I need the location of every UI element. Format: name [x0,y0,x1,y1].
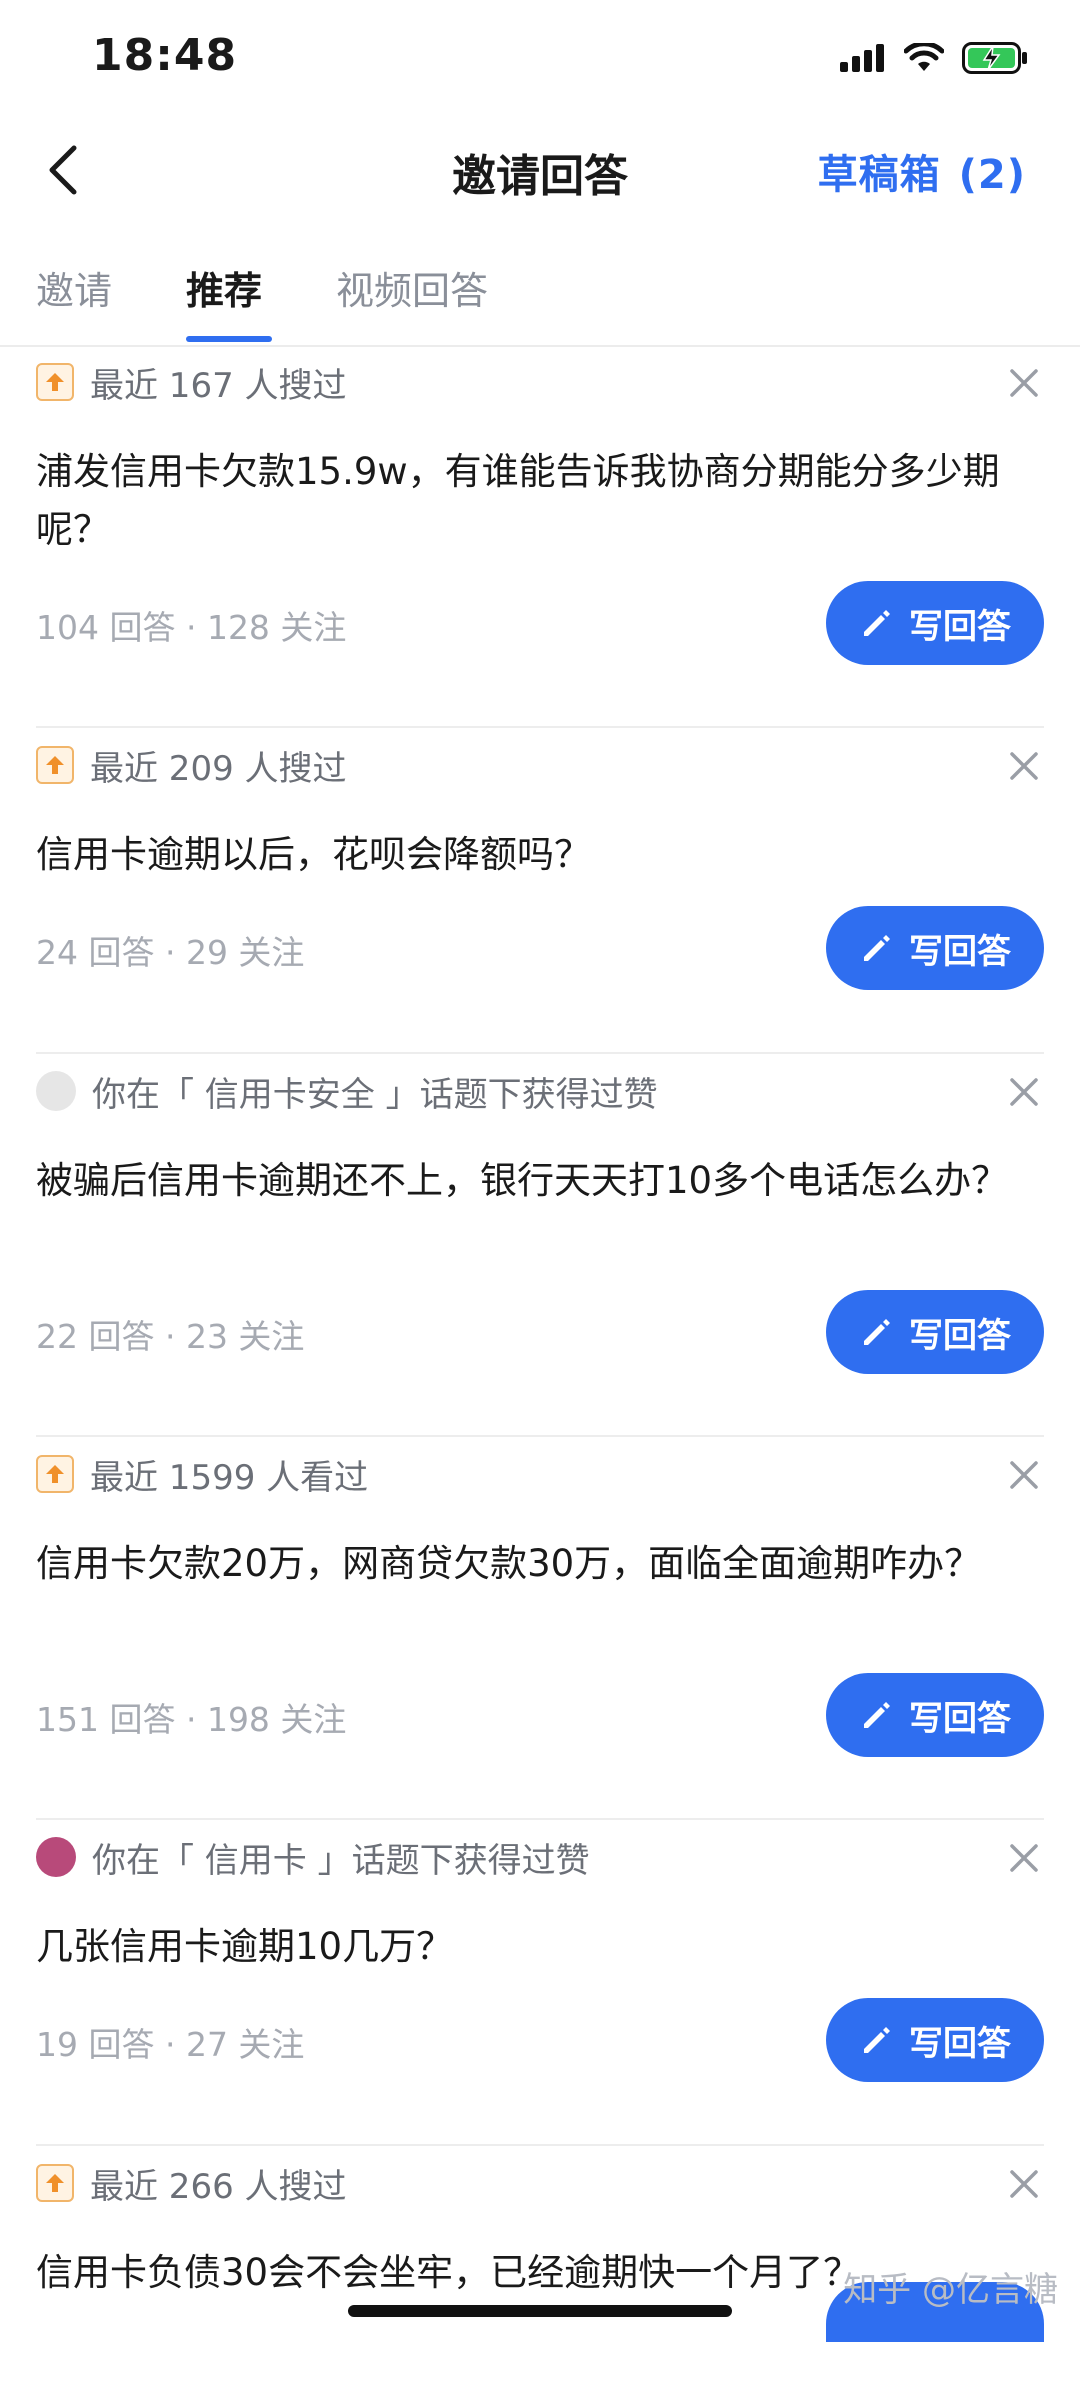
drafts-count: (2) [958,152,1026,198]
meta-text: 最近 1599 人看过 [90,1457,369,1498]
meta-text: 最近 209 人搜过 [90,748,347,789]
question-meta: 最近 167 人搜过 [36,359,347,406]
close-icon[interactable] [1004,746,1044,786]
avatar [36,1071,76,1111]
question-meta: 你在「 信用卡 」话题下获得过赞 [36,1834,590,1881]
status-bar: 18:48 [0,0,1080,110]
status-icons [840,38,1028,78]
tab-bar: 邀请 推荐 视频回答 [0,240,1080,347]
nav-bar: 邀请回答 草稿箱 (2) [0,110,1080,240]
meta-text: 最近 266 人搜过 [90,2166,347,2207]
write-answer-label: 写回答 [909,1315,1011,1356]
pencil-icon [864,1702,890,1728]
pencil-icon [864,935,890,961]
question-title[interactable]: 信用卡逾期以后，花呗会降额吗？ [36,826,1044,884]
question-list: 最近 167 人搜过 浦发信用卡欠款15.9w，有谁能告诉我协商分期能分多少期呢… [0,345,1080,2396]
trending-up-icon [36,1455,74,1493]
question-meta: 最近 1599 人看过 [36,1451,369,1498]
question-stats: 104 回答 · 128 关注 [36,608,347,647]
avatar [36,1837,76,1877]
question-meta: 最近 266 人搜过 [36,2160,347,2207]
write-answer-button[interactable]: 写回答 [826,581,1044,665]
home-indicator [348,2305,732,2317]
question-card[interactable]: 最近 1599 人看过 信用卡欠款20万，网商贷欠款30万，面临全面逾期咋办？ … [0,1437,1080,1820]
drafts-button[interactable]: 草稿箱 (2) [818,142,1026,200]
meta-text: 你在「 信用卡 」话题下获得过赞 [92,1840,590,1881]
question-meta: 你在「 信用卡安全 」话题下获得过赞 [36,1068,658,1115]
wifi-icon [904,43,944,71]
question-stats: 151 回答 · 198 关注 [36,1700,347,1739]
trending-up-icon [36,2164,74,2202]
tab-video-answer[interactable]: 视频回答 [336,260,488,315]
status-time: 18:48 [92,30,238,81]
watermark: 知乎 @亿言糖 [843,2270,1058,2310]
question-title[interactable]: 几张信用卡逾期10几万？ [36,1918,1044,1976]
question-stats: 24 回答 · 29 关注 [36,933,305,972]
active-tab-indicator [186,336,272,342]
write-answer-label: 写回答 [909,931,1011,972]
question-meta: 最近 209 人搜过 [36,742,347,789]
close-icon[interactable] [1004,1455,1044,1495]
trending-up-icon [36,363,74,401]
question-title[interactable]: 浦发信用卡欠款15.9w，有谁能告诉我协商分期能分多少期呢？ [36,443,1044,559]
question-card[interactable]: 你在「 信用卡 」话题下获得过赞 几张信用卡逾期10几万？ 19 回答 · 27… [0,1820,1080,2146]
pencil-icon [864,2027,890,2053]
question-title[interactable]: 被骗后信用卡逾期还不上，银行天天打10多个电话怎么办？ [36,1152,1044,1210]
question-card[interactable]: 最近 209 人搜过 信用卡逾期以后，花呗会降额吗？ 24 回答 · 29 关注… [0,728,1080,1054]
close-icon[interactable] [1004,363,1044,403]
close-icon[interactable] [1004,2164,1044,2204]
signal-icon [840,44,884,72]
question-card[interactable]: 你在「 信用卡安全 」话题下获得过赞 被骗后信用卡逾期还不上，银行天天打10多个… [0,1054,1080,1437]
meta-text: 你在「 信用卡安全 」话题下获得过赞 [92,1074,658,1115]
pencil-icon [864,1319,890,1345]
close-icon[interactable] [1004,1072,1044,1112]
write-answer-button[interactable]: 写回答 [826,1998,1044,2082]
question-card[interactable]: 最近 167 人搜过 浦发信用卡欠款15.9w，有谁能告诉我协商分期能分多少期呢… [0,345,1080,728]
write-answer-label: 写回答 [909,2023,1011,2064]
trending-up-icon [36,746,74,784]
write-answer-label: 写回答 [909,606,1011,647]
drafts-label: 草稿箱 [817,152,941,198]
write-answer-button[interactable]: 写回答 [826,1290,1044,1374]
pencil-icon [864,610,890,636]
tab-invite[interactable]: 邀请 [36,260,112,315]
question-title[interactable]: 信用卡欠款20万，网商贷欠款30万，面临全面逾期咋办？ [36,1535,1044,1593]
write-answer-button[interactable]: 写回答 [826,906,1044,990]
meta-text: 最近 167 人搜过 [90,365,347,406]
write-answer-label: 写回答 [909,1698,1011,1739]
question-stats: 22 回答 · 23 关注 [36,1317,305,1356]
close-icon[interactable] [1004,1838,1044,1878]
battery-charging-icon [962,42,1027,74]
tab-recommend[interactable]: 推荐 [186,260,262,315]
question-stats: 19 回答 · 27 关注 [36,2025,305,2064]
write-answer-button[interactable]: 写回答 [826,1673,1044,1757]
